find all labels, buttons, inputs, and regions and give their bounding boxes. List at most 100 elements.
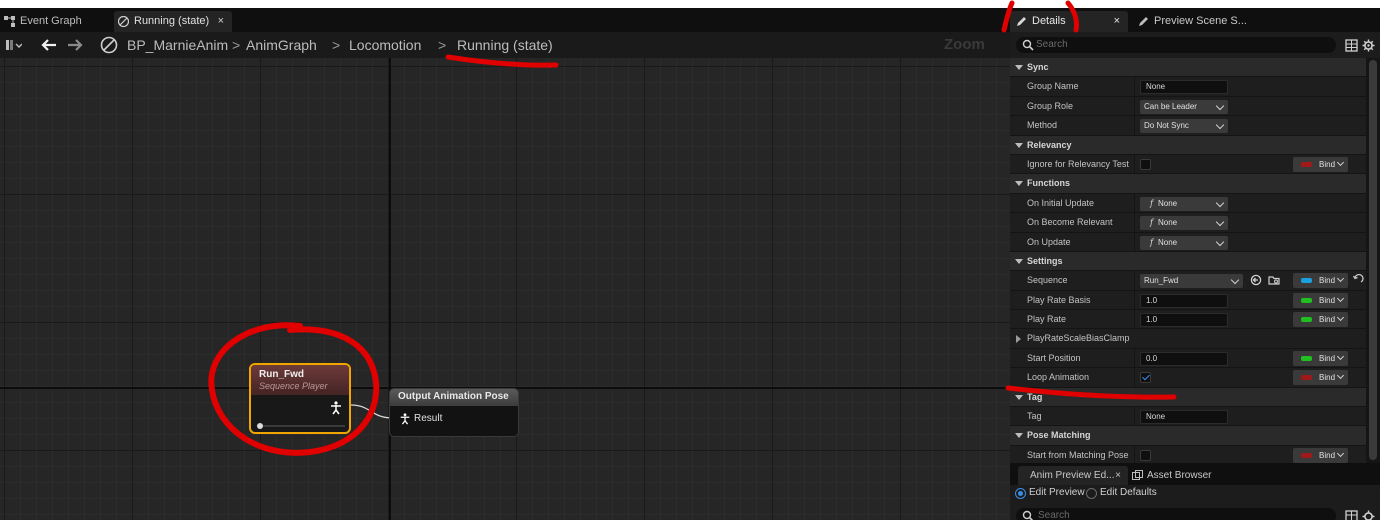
bind-label: Bind [1319, 159, 1336, 169]
chevron-down-icon [1215, 237, 1225, 246]
bind-dropdown[interactable]: Bind [1293, 312, 1348, 328]
tab-asset-browser[interactable]: Asset Browser [1132, 466, 1252, 485]
property-label: Group Role [1027, 100, 1074, 111]
collapse-arrow-icon [1015, 65, 1023, 70]
back-arrow-icon[interactable] [40, 36, 58, 54]
tab-anim-preview-editor[interactable]: Anim Preview Ed... × [1018, 466, 1128, 485]
property-row-method: Method Do Not Sync [1010, 116, 1366, 136]
use-selected-icon[interactable] [1250, 274, 1262, 286]
edit-defaults-radio[interactable] [1086, 488, 1097, 499]
column-divider [1134, 348, 1135, 368]
category-functions[interactable]: Functions [1010, 174, 1366, 194]
settings-gear-icon[interactable] [1362, 510, 1375, 520]
play-rate-basis-field[interactable]: 1.0 [1140, 293, 1228, 308]
grid-view-icon[interactable] [1345, 510, 1358, 520]
output-animation-pose-node[interactable]: Output Animation Pose Result [389, 388, 519, 437]
chevron-down-icon [1215, 101, 1225, 111]
breadcrumb-item-locomotion[interactable]: Locomotion [349, 32, 421, 58]
figure-pose-icon[interactable] [399, 413, 411, 425]
bind-dropdown[interactable]: Bind [1293, 273, 1348, 289]
property-label: Tag [1027, 411, 1042, 422]
output-node-title: Output Animation Pose [390, 389, 518, 406]
group-role-dropdown[interactable]: Can be Leader [1140, 99, 1228, 114]
pencil-icon [1017, 17, 1026, 26]
close-details-button[interactable]: × [1114, 11, 1120, 32]
bind-label: Bind [1319, 373, 1336, 383]
edit-preview-radio[interactable] [1015, 488, 1026, 499]
start-matching-checkbox[interactable] [1140, 449, 1151, 461]
grid-view-icon[interactable] [1345, 39, 1358, 52]
bind-dropdown[interactable]: Bind [1293, 156, 1348, 172]
tab-details[interactable]: Details × [1010, 11, 1128, 32]
bind-type-swatch [1301, 278, 1312, 284]
column-divider [1134, 96, 1135, 116]
top-strip [0, 0, 1380, 8]
figure-pose-icon[interactable] [329, 401, 343, 415]
category-sync[interactable]: Sync [1010, 58, 1366, 78]
document-tab-bar: Event Graph Running (state) × [0, 8, 1010, 32]
sequence-asset-picker[interactable]: Run_Fwd [1140, 274, 1243, 289]
tab-preview-scene-label: Preview Scene S... [1154, 15, 1247, 27]
sequence-player-node[interactable]: Run_Fwd Sequence Player [249, 363, 351, 434]
settings-gear-icon[interactable] [1362, 39, 1375, 52]
property-row-loop-animation: Loop Animation Bind [1010, 368, 1366, 388]
forward-arrow-icon[interactable] [66, 36, 84, 54]
graph-menu-icon[interactable] [4, 36, 22, 54]
loop-animation-checkbox[interactable] [1140, 372, 1151, 384]
ignore-relevancy-checkbox[interactable] [1140, 158, 1151, 170]
bind-dropdown[interactable]: Bind [1293, 447, 1348, 463]
pencil-icon [1139, 17, 1148, 26]
tab-event-graph[interactable]: Event Graph [0, 11, 110, 32]
category-relevancy[interactable]: Relevancy [1010, 135, 1366, 155]
on-become-relevant-dropdown[interactable]: f None [1140, 216, 1228, 231]
reset-arrow-icon[interactable] [1352, 274, 1364, 286]
graph-canvas[interactable] [0, 58, 1010, 520]
on-update-dropdown[interactable]: f None [1140, 235, 1228, 250]
category-sync-label: Sync [1027, 62, 1049, 72]
expand-arrow-icon[interactable] [1016, 335, 1021, 344]
collapse-arrow-icon [1015, 433, 1023, 439]
bind-dropdown[interactable]: Bind [1293, 292, 1348, 308]
bind-dropdown[interactable]: Bind [1293, 350, 1348, 366]
chevron-down-icon [1336, 352, 1345, 360]
graph-icon [4, 16, 15, 27]
on-update-value: None [1157, 237, 1178, 247]
column-divider [1134, 193, 1135, 213]
category-functions-label: Functions [1027, 178, 1070, 189]
function-icon: f [1150, 218, 1153, 228]
column-divider [1134, 310, 1135, 330]
property-row-sequence: Sequence Run_Fwd Bind [1010, 271, 1366, 291]
category-tag[interactable]: Tag [1010, 387, 1366, 408]
property-label: Loop Animation [1027, 372, 1090, 383]
close-anim-preview-button[interactable]: × [1115, 466, 1121, 485]
start-position-field[interactable]: 0.0 [1140, 351, 1228, 366]
sequence-value: Run_Fwd [1144, 276, 1179, 286]
tab-running-state[interactable]: Running (state) × [114, 11, 232, 32]
scrollbar-thumb[interactable] [1369, 60, 1377, 460]
play-rate-field[interactable]: 1.0 [1140, 313, 1228, 328]
preview-search-input[interactable]: Search [1016, 508, 1336, 520]
breadcrumb-item-animgraph[interactable]: AnimGraph [246, 32, 317, 58]
on-initial-update-dropdown[interactable]: f None [1140, 196, 1228, 211]
property-row-play-rate-clamp[interactable]: PlayRateScaleBiasClamp [1010, 329, 1366, 349]
close-tab-button[interactable]: × [218, 11, 224, 32]
property-label: On Update [1027, 236, 1071, 247]
method-dropdown[interactable]: Do Not Sync [1140, 119, 1228, 134]
edit-defaults-label: Edit Defaults [1100, 487, 1157, 498]
tab-running-state-label: Running (state) [134, 15, 210, 27]
breadcrumb-item-running-state[interactable]: Running (state) [457, 32, 553, 58]
bind-type-swatch [1301, 161, 1312, 167]
chevron-down-icon [1336, 314, 1345, 322]
breadcrumb: BP_MarnieAnim > AnimGraph > Locomotion >… [0, 32, 1010, 79]
browse-icon[interactable] [1268, 274, 1280, 286]
tab-preview-scene[interactable]: Preview Scene S... [1132, 11, 1252, 32]
chevron-down-icon [1230, 276, 1240, 285]
details-scrollbar[interactable] [1366, 58, 1380, 463]
tag-field[interactable]: None [1140, 410, 1228, 425]
group-name-field[interactable]: None [1140, 80, 1228, 95]
category-settings[interactable]: Settings [1010, 251, 1366, 272]
breadcrumb-item-blueprint[interactable]: BP_MarnieAnim [127, 32, 228, 58]
bind-dropdown[interactable]: Bind [1293, 370, 1348, 386]
category-pose-matching[interactable]: Pose Matching [1010, 426, 1366, 446]
details-search-input[interactable]: Search [1016, 37, 1336, 53]
